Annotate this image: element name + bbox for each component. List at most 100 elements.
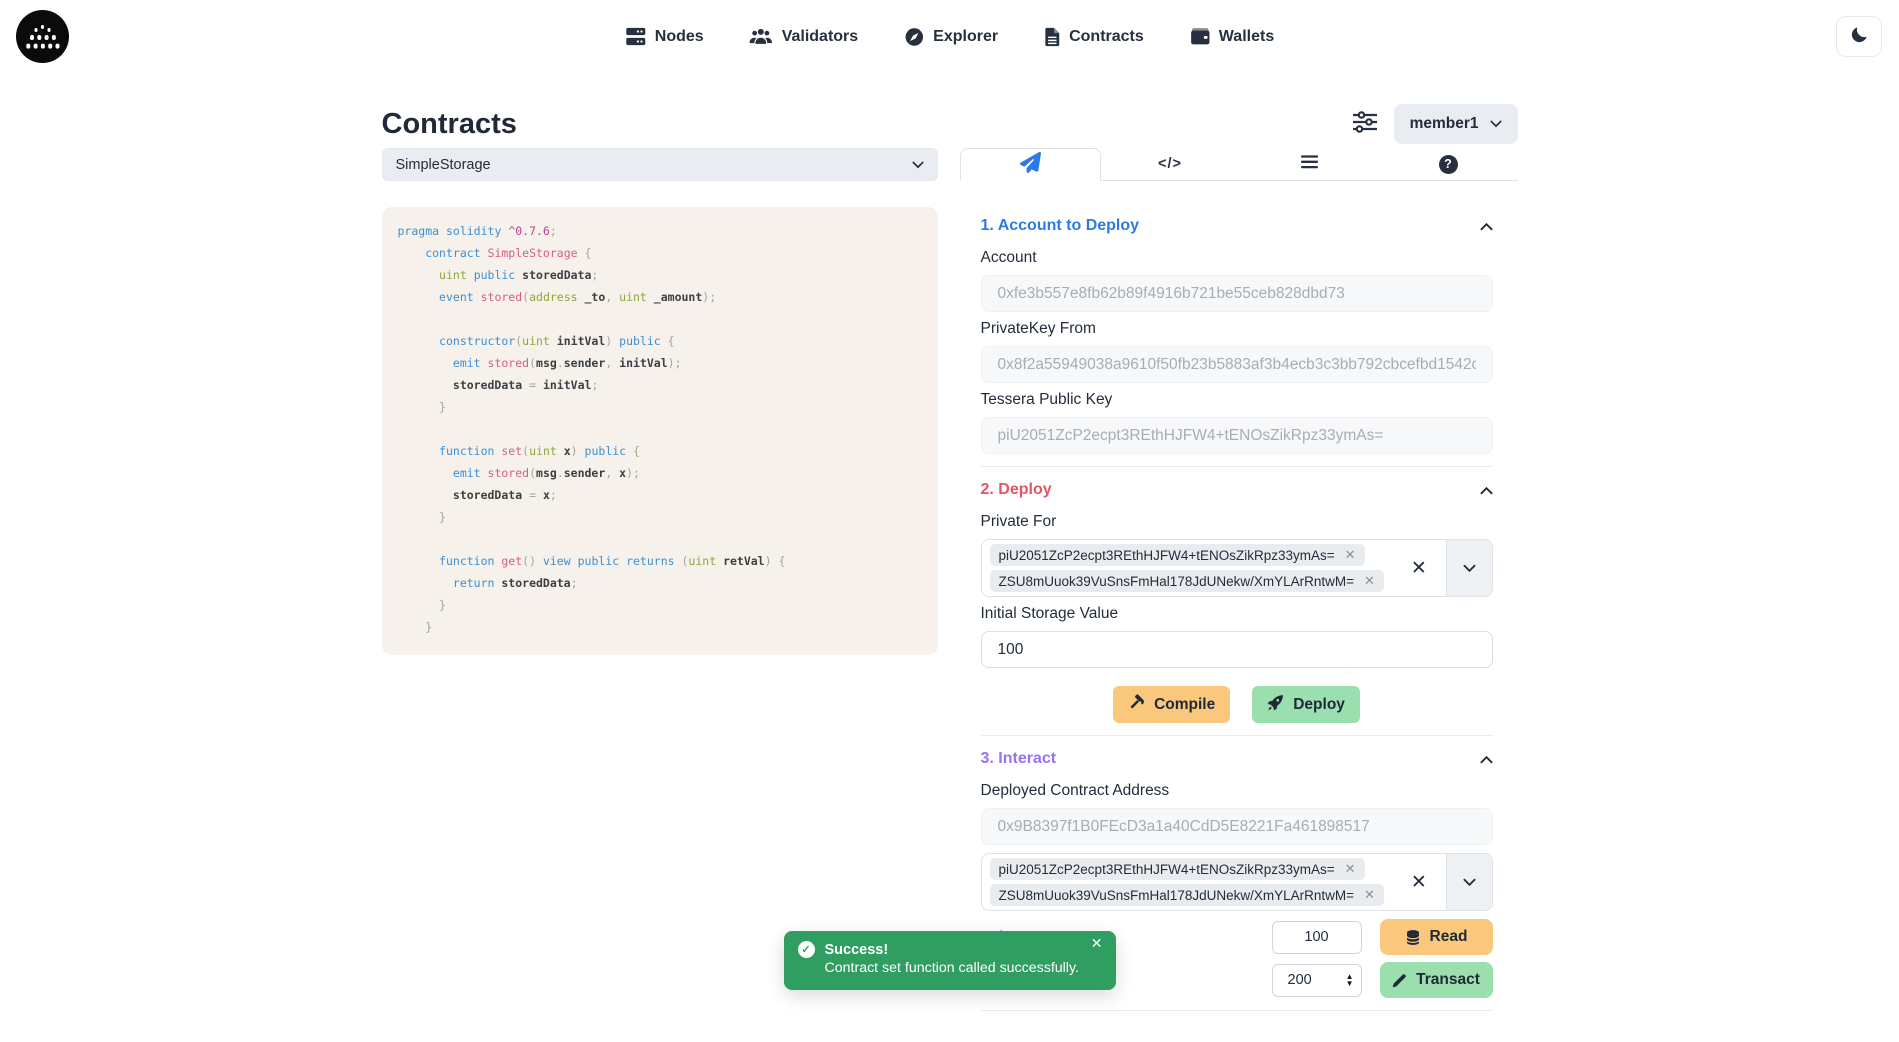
private-for-tag: ZSU8mUuok39VuSnsFmHal178JdUNekw/XmYLArRn… — [990, 884, 1384, 906]
nav-link-label: Explorer — [933, 28, 998, 46]
remove-tag-icon[interactable]: ✕ — [1345, 861, 1356, 877]
number-spinner[interactable]: ▲▼ — [1346, 965, 1354, 996]
divider — [981, 466, 1493, 467]
divider — [981, 1010, 1493, 1011]
member-selector[interactable]: member1 — [1394, 104, 1518, 144]
compile-button[interactable]: Compile — [1113, 686, 1230, 723]
read-button[interactable]: Read — [1380, 919, 1493, 955]
private-for-tag: piU2051ZcP2ecpt3REthHJFW4+tENOsZikRpz33y… — [990, 544, 1365, 566]
section-interact-header[interactable]: 3. Interact — [981, 750, 1493, 768]
section-account-header[interactable]: 1. Account to Deploy — [981, 217, 1493, 235]
clear-all-icon[interactable]: ✕ — [1392, 854, 1446, 910]
contract-select[interactable]: SimpleStorage — [382, 148, 938, 181]
code-line: function set(uint x) public { — [398, 440, 922, 462]
tag-label: piU2051ZcP2ecpt3REthHJFW4+tENOsZikRpz33y… — [999, 862, 1335, 877]
section-interact-title: 3. Interact — [981, 750, 1057, 768]
private-for-label: Private For — [981, 513, 1493, 531]
code-line: emit stored(msg.sender, initVal); — [398, 352, 922, 374]
check-circle-icon: ✓ — [798, 941, 815, 958]
section-account-title: 1. Account to Deploy — [981, 217, 1140, 235]
nav-link-nodes[interactable]: Nodes — [625, 27, 704, 46]
account-label: Account — [981, 249, 1493, 267]
compass-icon — [904, 27, 924, 47]
account-input[interactable] — [981, 275, 1493, 312]
logo-dots — [30, 35, 35, 40]
deploy-button[interactable]: Deploy — [1252, 686, 1360, 723]
privatekey-input[interactable] — [981, 346, 1493, 383]
code-line: contract SimpleStorage { — [398, 242, 922, 264]
code-line: event stored(address _to, uint _amount); — [398, 286, 922, 308]
tab-deploy[interactable] — [960, 148, 1101, 181]
chevron-down-icon — [1490, 115, 1502, 133]
function-value: 100 — [1304, 929, 1328, 945]
nav-link-explorer[interactable]: Explorer — [904, 27, 998, 47]
function-value: 200 — [1288, 972, 1312, 988]
tab-help[interactable]: ? — [1379, 148, 1518, 180]
code-line: pragma solidity ^0.7.6; — [398, 220, 922, 242]
page-header: Contracts member1 — [382, 103, 1518, 145]
remove-tag-icon[interactable]: ✕ — [1364, 887, 1375, 903]
function-value-input[interactable]: 200 ▲▼ — [1272, 964, 1362, 997]
hammer-icon — [1128, 694, 1145, 716]
initial-storage-label: Initial Storage Value — [981, 605, 1493, 623]
code-line: } — [398, 506, 922, 528]
success-toast: ✓ Success! Contract set function called … — [784, 931, 1116, 990]
nav-link-validators[interactable]: Validators — [750, 27, 858, 46]
clear-all-icon[interactable]: ✕ — [1392, 540, 1446, 596]
chevron-down-icon — [912, 157, 924, 173]
rocket-icon — [1267, 694, 1284, 716]
toast-message: Contract set function called successfull… — [825, 960, 1102, 976]
chevron-down-icon[interactable] — [1446, 540, 1492, 596]
section-deploy-title: 2. Deploy — [981, 481, 1052, 499]
moon-icon — [1850, 25, 1869, 49]
list-icon — [1301, 155, 1318, 174]
code-icon: </> — [1158, 156, 1182, 172]
chevron-up-icon — [1480, 222, 1493, 231]
nav-link-contracts[interactable]: Contracts — [1044, 27, 1144, 47]
chevron-up-icon — [1480, 755, 1493, 764]
function-button-label: Read — [1430, 928, 1468, 946]
file-contract-icon — [1044, 27, 1060, 47]
tessera-key-input[interactable] — [981, 417, 1493, 454]
nav-link-label: Validators — [782, 28, 858, 46]
tab-code[interactable]: </> — [1101, 148, 1240, 180]
contract-address-input[interactable] — [981, 808, 1493, 845]
deploy-buttons: Compile Deploy — [981, 686, 1493, 723]
question-icon: ? — [1439, 155, 1458, 174]
header-controls: member1 — [1352, 104, 1518, 144]
tag-label: ZSU8mUuok39VuSnsFmHal178JdUNekw/XmYLArRn… — [999, 574, 1355, 589]
function-value-input[interactable]: 100 — [1272, 921, 1362, 954]
remove-tag-icon[interactable]: ✕ — [1345, 547, 1356, 563]
contract-column: SimpleStorage pragma solidity ^0.7.6; co… — [382, 148, 938, 655]
contract-select-value: SimpleStorage — [396, 157, 491, 173]
code-line: storedData = x; — [398, 484, 922, 506]
selected-tags: piU2051ZcP2ecpt3REthHJFW4+tENOsZikRpz33y… — [982, 540, 1392, 596]
tag-label: piU2051ZcP2ecpt3REthHJFW4+tENOsZikRpz33y… — [999, 548, 1335, 563]
section-deploy-header[interactable]: 2. Deploy — [981, 481, 1493, 499]
remove-tag-icon[interactable]: ✕ — [1364, 573, 1375, 589]
initial-storage-input[interactable] — [981, 631, 1493, 668]
divider — [981, 735, 1493, 736]
sliders-icon[interactable] — [1352, 110, 1378, 139]
toast-header: ✓ Success! — [798, 941, 1102, 958]
nav-link-label: Wallets — [1219, 28, 1274, 46]
chevron-down-icon[interactable] — [1446, 854, 1492, 910]
close-icon[interactable]: ✕ — [1091, 936, 1103, 950]
deploy-button-label: Deploy — [1293, 696, 1345, 714]
interact-private-for-multiselect[interactable]: piU2051ZcP2ecpt3REthHJFW4+tENOsZikRpz33y… — [981, 853, 1493, 911]
tab-list[interactable] — [1240, 148, 1379, 180]
code-line: } — [398, 616, 922, 638]
member-selector-label: member1 — [1410, 115, 1479, 133]
panel-tabs: </> ? — [960, 148, 1518, 181]
dark-mode-toggle[interactable] — [1836, 16, 1882, 57]
private-for-tag: piU2051ZcP2ecpt3REthHJFW4+tENOsZikRpz33y… — [990, 858, 1365, 880]
app-logo-icon[interactable] — [16, 10, 69, 63]
function-button-label: Transact — [1416, 971, 1480, 989]
logo-dots — [41, 25, 45, 29]
privatekey-label: PrivateKey From — [981, 320, 1493, 338]
nav-link-wallets[interactable]: Wallets — [1190, 28, 1274, 46]
private-for-multiselect[interactable]: piU2051ZcP2ecpt3REthHJFW4+tENOsZikRpz33y… — [981, 539, 1493, 597]
pencil-icon — [1392, 973, 1407, 988]
transact-button[interactable]: Transact — [1380, 962, 1493, 998]
code-block: pragma solidity ^0.7.6; contract SimpleS… — [382, 207, 938, 655]
